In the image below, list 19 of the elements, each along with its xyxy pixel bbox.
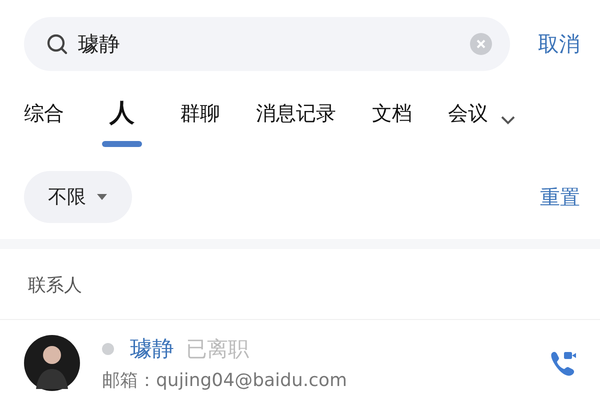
filter-dropdown[interactable]: 不限 [24,171,132,223]
tab[interactable]: 群聊 [180,97,220,147]
dropdown-caret-icon [96,193,108,201]
search-field[interactable]: 璩静 [24,17,510,71]
search-input[interactable]: 璩静 [78,32,460,56]
cancel-button[interactable]: 取消 [538,30,580,58]
chevron-down-icon[interactable] [500,115,516,125]
section-title: 联系人 [27,274,83,297]
tab[interactable]: 综合 [24,97,64,147]
contact-status: 已离职 [186,336,249,363]
avatar [24,335,80,391]
reset-button[interactable]: 重置 [540,184,580,210]
search-icon [46,33,68,55]
tab[interactable]: 文档 [372,97,412,147]
tab[interactable]: 会议 [448,97,488,147]
contact-email: 邮箱：qujing04@baidu.com [102,369,348,392]
tab[interactable]: 人 [100,97,144,147]
contact-name: 璩静 [130,336,174,364]
tab[interactable]: 消息记录 [256,97,336,147]
